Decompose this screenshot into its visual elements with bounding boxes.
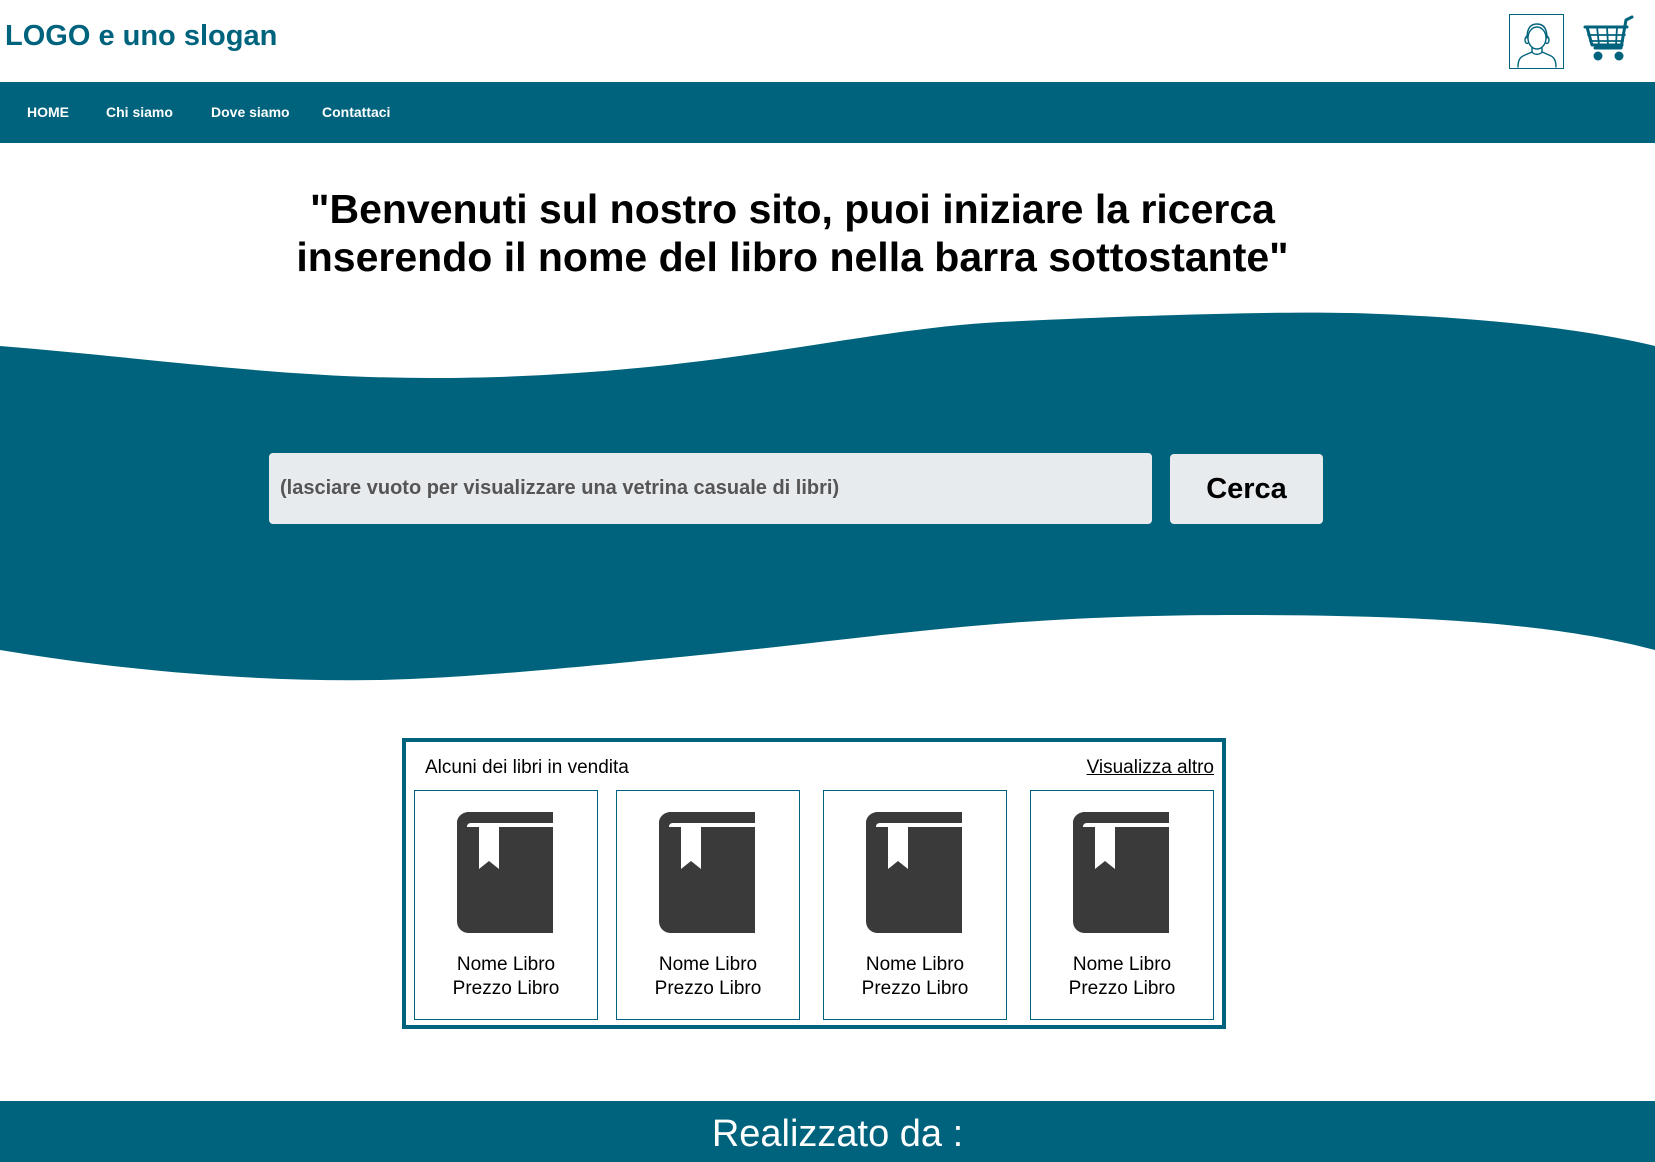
user-avatar-icon — [1516, 22, 1557, 68]
view-more-link[interactable]: Visualizza altro — [1087, 757, 1214, 779]
book-icon — [866, 812, 962, 933]
books-showcase: Alcuni dei libri in vendita Visualizza a… — [402, 738, 1226, 1029]
book-card[interactable]: Nome Libro Prezzo Libro — [616, 790, 800, 1020]
welcome-line-2: inserendo il nome del libro nella barra … — [296, 234, 1289, 280]
shopping-cart-icon — [1583, 15, 1633, 60]
book-name: Nome Libro — [1072, 954, 1172, 975]
book-price: Prezzo Libro — [861, 978, 969, 999]
nav-item-dove-siamo[interactable]: Dove siamo — [211, 104, 290, 120]
site-logo[interactable]: LOGO e uno slogan — [5, 20, 277, 53]
welcome-heading: "Benvenuti sul nostro sito, puoi iniziar… — [250, 185, 1335, 281]
book-name: Nome Libro — [658, 954, 758, 975]
books-section-title: Alcuni dei libri in vendita — [425, 757, 629, 778]
book-icon — [1073, 812, 1169, 933]
book-name: Nome Libro — [456, 954, 556, 975]
book-price: Prezzo Libro — [654, 978, 762, 999]
cart-button[interactable] — [1581, 12, 1636, 67]
search-input[interactable] — [269, 453, 1152, 524]
book-price: Prezzo Libro — [1068, 978, 1176, 999]
book-name: Nome Libro — [865, 954, 965, 975]
nav-item-home[interactable]: HOME — [27, 104, 69, 120]
book-icon — [457, 812, 553, 933]
site-footer: Realizzato da : — [0, 1101, 1655, 1162]
nav-item-chi-siamo[interactable]: Chi siamo — [106, 104, 173, 120]
book-card[interactable]: Nome Libro Prezzo Libro — [414, 790, 598, 1020]
site-header: LOGO e uno slogan — [0, 0, 1655, 82]
book-icon — [659, 812, 755, 933]
user-account-button[interactable] — [1509, 14, 1564, 69]
welcome-line-1: "Benvenuti sul nostro sito, puoi iniziar… — [310, 186, 1275, 232]
book-card[interactable]: Nome Libro Prezzo Libro — [1030, 790, 1214, 1020]
book-card[interactable]: Nome Libro Prezzo Libro — [823, 790, 1007, 1020]
search-button[interactable]: Cerca — [1170, 454, 1323, 524]
footer-credits: Realizzato da : — [711, 1113, 964, 1155]
book-price: Prezzo Libro — [452, 978, 560, 999]
nav-item-contattaci[interactable]: Contattaci — [322, 104, 390, 120]
main-navbar: HOME Chi siamo Dove siamo Contattaci — [0, 82, 1655, 143]
